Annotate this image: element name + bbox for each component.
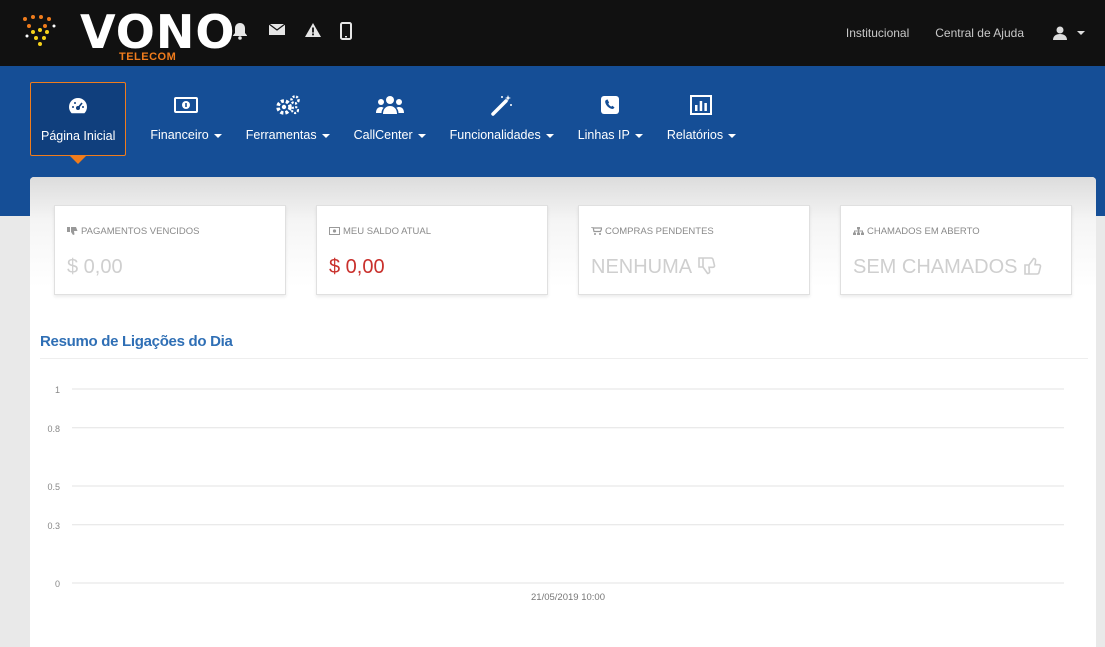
section-divider xyxy=(40,358,1088,359)
y-tick-label: 0.8 xyxy=(47,424,60,434)
logo-dots-icon xyxy=(23,15,56,46)
user-menu[interactable] xyxy=(1052,25,1085,41)
y-tick-label: 0.3 xyxy=(47,521,60,531)
card-pagamentos-vencidos[interactable]: PAGAMENTOS VENCIDOS $ 0,00 xyxy=(54,205,286,295)
warning-icon[interactable] xyxy=(304,22,340,44)
nav-label: Linhas IP xyxy=(577,128,630,142)
chevron-down-icon xyxy=(321,133,330,138)
card-title: PAGAMENTOS VENCIDOS xyxy=(81,226,200,237)
chevron-down-icon xyxy=(634,133,643,138)
top-icons xyxy=(232,22,376,44)
y-tick-label: 1 xyxy=(55,385,60,395)
magic-wand-icon xyxy=(490,92,513,118)
card-value: $ 0,00 xyxy=(329,256,385,278)
thumbs-down-small-icon xyxy=(67,227,78,236)
money-icon xyxy=(174,92,199,118)
thumbs-down-icon xyxy=(697,257,715,275)
bell-icon[interactable] xyxy=(232,22,268,44)
central-de-ajuda-link[interactable]: Central de Ajuda xyxy=(935,26,1024,40)
nav-item-financeiro[interactable]: Financeiro xyxy=(150,82,222,156)
card-title: CHAMADOS EM ABERTO xyxy=(867,226,980,237)
card-value: $ 0,00 xyxy=(67,256,123,278)
content-panel: PAGAMENTOS VENCIDOS $ 0,00 MEU SALDO ATU… xyxy=(30,177,1096,647)
mobile-icon[interactable] xyxy=(340,22,376,44)
brand-subtitle: TELECOM xyxy=(119,51,177,63)
section-title: Resumo de Ligações do Dia xyxy=(40,333,233,350)
nav-label: Funcionalidades xyxy=(449,128,541,142)
card-value: SEM CHAMADOS xyxy=(853,256,1018,278)
card-meu-saldo-atual[interactable]: MEU SALDO ATUAL $ 0,00 xyxy=(316,205,548,295)
chevron-down-icon xyxy=(545,133,554,138)
nav-item-linhas-ip[interactable]: Linhas IP xyxy=(578,82,643,156)
nav-item-pagina-inicial[interactable]: Página Inicial xyxy=(30,82,127,164)
nav-item-funcionalidades[interactable]: Funcionalidades xyxy=(450,82,554,156)
chevron-down-icon xyxy=(728,133,737,138)
card-compras-pendentes[interactable]: COMPRAS PENDENTES NENHUMA xyxy=(578,205,810,295)
nav-label: Financeiro xyxy=(150,128,209,142)
y-tick-label: 0.5 xyxy=(47,482,60,492)
money-small-icon xyxy=(329,227,340,236)
chevron-down-icon xyxy=(1077,31,1085,35)
card-value: NENHUMA xyxy=(591,256,692,278)
nav-label: Relatórios xyxy=(666,128,724,142)
chevron-down-icon xyxy=(417,133,426,138)
nav-label: CallCenter xyxy=(353,128,413,142)
gears-icon xyxy=(275,92,301,118)
nav-item-relatorios[interactable]: Relatórios xyxy=(666,82,737,156)
nav-item-ferramentas[interactable]: Ferramentas xyxy=(246,82,330,156)
card-title: MEU SALDO ATUAL xyxy=(343,226,431,237)
card-title: COMPRAS PENDENTES xyxy=(605,226,714,237)
chevron-down-icon xyxy=(213,133,222,138)
brand-name: VONO xyxy=(80,5,236,59)
institucional-link[interactable]: Institucional xyxy=(846,26,909,40)
card-chamados-em-aberto[interactable]: CHAMADOS EM ABERTO SEM CHAMADOS xyxy=(840,205,1072,295)
thumbs-up-icon xyxy=(1024,257,1042,275)
top-bar: VONO TELECOM Institucional Central de Aj… xyxy=(0,0,1105,66)
nav-label: Ferramentas xyxy=(245,128,317,142)
users-icon xyxy=(375,92,404,118)
envelope-icon[interactable] xyxy=(268,22,304,44)
nav-item-callcenter[interactable]: CallCenter xyxy=(354,82,426,156)
top-links: Institucional Central de Ajuda xyxy=(820,0,1085,66)
phone-icon xyxy=(600,92,620,118)
bar-chart-icon xyxy=(690,92,713,118)
sitemap-icon xyxy=(853,227,864,236)
dashboard-icon xyxy=(67,93,89,119)
x-tick-label: 21/05/2019 10:00 xyxy=(531,592,605,603)
nav-label: Página Inicial xyxy=(41,129,116,143)
calls-chart: 1 0.8 0.5 0.3 0 21/05/2019 10:00 xyxy=(47,385,1064,603)
cart-icon xyxy=(591,227,602,236)
active-indicator xyxy=(70,156,87,164)
y-tick-label: 0 xyxy=(55,579,60,589)
user-icon xyxy=(1053,26,1067,40)
main-nav: Página Inicial Financeiro Ferramentas Ca… xyxy=(30,82,760,164)
